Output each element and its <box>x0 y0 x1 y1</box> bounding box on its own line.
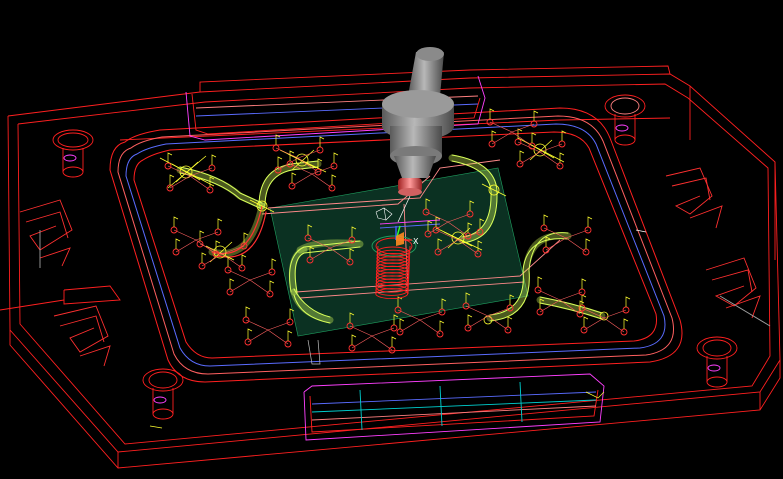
pin-flag <box>175 238 181 249</box>
pin-flag <box>399 318 405 329</box>
pin-flag <box>211 154 217 165</box>
pin-link <box>349 325 373 337</box>
pin-flag <box>291 172 297 183</box>
side-latch-left <box>19 199 111 367</box>
corner-boss-bottom-left <box>142 368 184 420</box>
pin-link <box>275 147 299 159</box>
pin-flag <box>287 330 293 341</box>
pin-flag <box>333 152 339 163</box>
pin-flag <box>277 156 283 167</box>
pin-link <box>419 319 441 335</box>
pin-link <box>249 279 271 295</box>
pin-flag <box>201 252 207 263</box>
pin-flag <box>585 238 591 249</box>
corner-boss-bottom-right <box>696 336 738 388</box>
pin-link <box>351 335 373 349</box>
pin-link <box>491 131 513 145</box>
pin-link <box>603 317 625 333</box>
pin-flag <box>537 276 543 287</box>
x-axis-label: X <box>413 237 419 246</box>
side-latch-right <box>665 167 771 327</box>
corner-boss-top-right <box>604 94 646 146</box>
pin-link <box>227 269 251 281</box>
pin-link <box>565 237 587 253</box>
pin-flag <box>167 152 173 163</box>
pin-flag <box>173 216 179 227</box>
pin-flag <box>581 278 587 289</box>
pin-link <box>221 253 243 269</box>
pin-flag <box>623 318 629 329</box>
pin-link <box>245 319 269 331</box>
pin-link <box>195 231 219 241</box>
pin-link <box>311 173 333 189</box>
pin-link <box>465 305 489 317</box>
pin-link <box>371 335 393 351</box>
pin-link <box>519 151 541 165</box>
pin-flag <box>587 216 593 227</box>
pin-flag <box>543 214 549 225</box>
pin-link <box>399 319 421 333</box>
pin-link <box>583 317 605 331</box>
corner-boss-top-left <box>52 129 94 178</box>
pin-flag <box>507 316 513 327</box>
pin-flag <box>319 136 325 147</box>
pin-link <box>201 253 223 267</box>
pin-link <box>173 229 197 241</box>
pin-flag <box>391 336 397 347</box>
pin-link <box>267 321 291 331</box>
pin-flag <box>519 150 525 161</box>
pin-flag <box>217 218 223 229</box>
pin-flag <box>331 174 337 185</box>
pin-link <box>371 327 395 337</box>
mold-assembly-wireframe: X <box>0 47 781 469</box>
pin-flag <box>199 230 205 241</box>
pin-link <box>249 271 273 281</box>
pin-flag <box>583 316 589 327</box>
pin-flag <box>533 110 539 121</box>
pin-link <box>247 329 269 343</box>
pin-flag <box>625 296 631 307</box>
pin-flag <box>271 258 277 269</box>
pin-flag <box>247 328 253 339</box>
pin-flag <box>245 306 251 317</box>
pin-flag <box>269 280 275 291</box>
bottom-slide-rail <box>303 373 605 441</box>
pin-link <box>291 173 313 187</box>
pin-flag <box>275 134 281 145</box>
pin-link <box>229 279 251 293</box>
pin-link <box>539 151 561 167</box>
pin-flag <box>581 294 587 305</box>
pin-flag <box>351 334 357 345</box>
pin-flag <box>531 132 537 143</box>
pin-link <box>559 291 583 301</box>
pin-link <box>267 329 289 345</box>
cad-3d-viewport[interactable]: X <box>0 0 783 479</box>
pin-flag <box>489 108 495 119</box>
pin-link <box>175 239 197 253</box>
pin-flag <box>229 278 235 289</box>
gate-cluster-3 <box>517 137 565 163</box>
pin-flag <box>491 130 497 141</box>
pin-flag <box>467 314 473 325</box>
pin-flag <box>439 320 445 331</box>
pin-flag <box>241 254 247 265</box>
